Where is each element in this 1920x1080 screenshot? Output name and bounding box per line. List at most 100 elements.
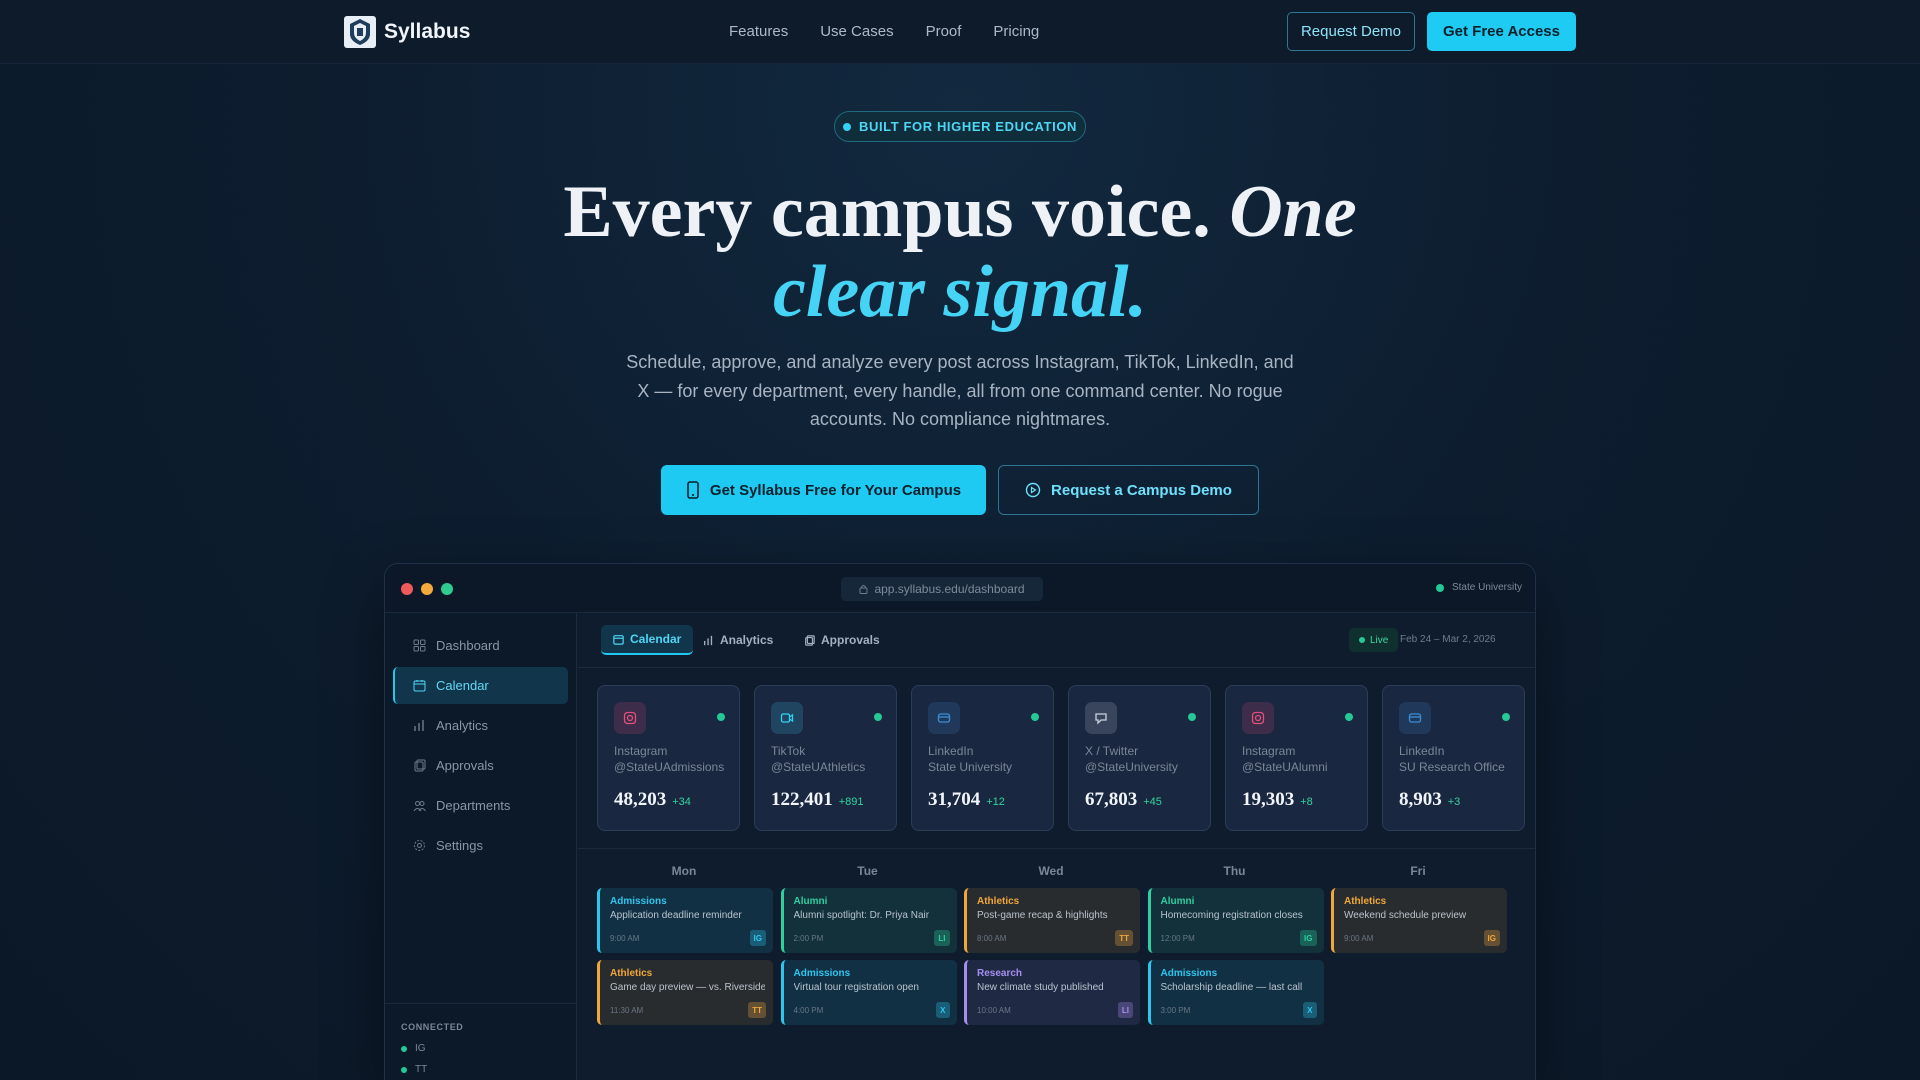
connected-item-ig: IG: [401, 1043, 426, 1054]
date-range: Feb 24 – Mar 2, 2026: [1400, 634, 1496, 645]
follower-count: 48,203: [614, 789, 667, 810]
account-card[interactable]: X / Twitter @StateUniversity 67,803 +45: [1068, 685, 1211, 831]
calendar-event[interactable]: Admissions Scholarship deadline — last ca…: [1147, 960, 1324, 1025]
calendar-event[interactable]: Athletics Game day preview — vs. Riversid…: [597, 960, 773, 1025]
org-status: State University: [1435, 582, 1522, 593]
account-card[interactable]: Instagram @StateUAlumni 19,303 +8: [1225, 685, 1368, 831]
brand-name: Syllabus: [384, 20, 471, 43]
cta-primary-label: Get Syllabus Free for Your Campus: [709, 481, 962, 499]
sidebar-item-dashboard[interactable]: Dashboard: [393, 627, 568, 664]
app-sidebar: Dashboard Calendar Analytics Approvals D…: [385, 613, 577, 1080]
day-header: Wed: [1038, 864, 1064, 878]
follower-count-row: 31,704 +12: [928, 789, 1005, 811]
calendar-divider: [578, 848, 1535, 849]
sidebar-item-settings[interactable]: Settings: [393, 827, 568, 864]
sidebar-item-analytics[interactable]: Analytics: [393, 707, 568, 744]
tab-label: Analytics: [720, 633, 774, 647]
event-platform-tag: X: [1303, 1002, 1317, 1018]
headline-accent: clear signal.: [772, 251, 1148, 333]
top-nav: Syllabus Features Use Cases Proof Pricin…: [0, 0, 1920, 64]
nav-link-features[interactable]: Features: [729, 23, 788, 40]
account-handle: @StateUAlumni: [1242, 760, 1328, 774]
window-titlebar: app.syllabus.edu/dashboard State Univers…: [385, 564, 1535, 613]
tab-label: Calendar: [630, 632, 682, 646]
event-description: Scholarship deadline — last call: [1160, 982, 1303, 993]
tiktok-icon: [771, 702, 803, 734]
follower-count: 19,303: [1242, 789, 1295, 810]
calendar-event[interactable]: Athletics Post-game recap & highlights 8:0…: [964, 888, 1140, 953]
follower-count-row: 48,203 +34: [614, 789, 691, 811]
account-card[interactable]: LinkedIn State University 31,704 +12: [911, 685, 1054, 831]
logo-mark-icon: [344, 16, 376, 48]
follower-count-row: 122,401 +891: [771, 789, 864, 811]
calendar-event[interactable]: Admissions Virtual tour registration open…: [780, 960, 957, 1025]
sidebar-item-departments[interactable]: Departments: [393, 787, 568, 824]
event-time: 2:00 PM: [793, 934, 824, 943]
calendar-icon: [413, 680, 426, 692]
close-dot-icon: [401, 583, 413, 595]
nav-link-proof[interactable]: Proof: [926, 23, 962, 40]
calendar-event[interactable]: Athletics Weekend schedule preview 9:00 AM…: [1331, 888, 1507, 953]
tab-analytics[interactable]: Analytics: [691, 625, 785, 655]
instagram-icon: [614, 702, 646, 734]
event-department: Admissions: [793, 968, 851, 979]
sidebar-item-calendar[interactable]: Calendar: [393, 667, 568, 704]
app-main: Calendar Analytics Approvals Live Feb 24…: [578, 613, 1535, 1080]
request-campus-demo-button[interactable]: Request a Campus Demo: [998, 465, 1259, 515]
request-demo-button[interactable]: Request Demo: [1287, 12, 1415, 51]
follower-delta: +891: [838, 796, 864, 808]
gear-icon: [414, 840, 425, 851]
event-description: Weekend schedule preview: [1344, 910, 1467, 921]
account-card[interactable]: Instagram @StateUAdmissions 48,203 +34: [597, 685, 740, 831]
nav-link-use-cases[interactable]: Use Cases: [820, 23, 893, 40]
phone-icon: [687, 481, 699, 499]
event-time: 3:00 PM: [1160, 1006, 1191, 1015]
tab-calendar[interactable]: Calendar: [601, 625, 694, 655]
sidebar-divider: [385, 1003, 577, 1004]
get-free-access-button[interactable]: Get Free Access: [1427, 12, 1576, 51]
status-dot-icon: [1188, 713, 1196, 721]
follower-count-row: 67,803 +45: [1085, 789, 1162, 811]
badge-text: BUILT FOR HIGHER EDUCATION: [858, 119, 1078, 134]
account-handle: SU Research Office: [1399, 760, 1505, 774]
grid-icon: [413, 639, 426, 652]
account-platform: X / Twitter: [1085, 744, 1139, 758]
day-header: Fri: [1410, 864, 1426, 878]
nav-link-pricing[interactable]: Pricing: [993, 23, 1039, 40]
brand-logo[interactable]: Syllabus: [344, 16, 470, 48]
calendar-event[interactable]: Alumni Alumni spotlight: Dr. Priya Nair 2:…: [780, 888, 957, 953]
users-icon: [413, 801, 426, 812]
calendar-icon: [613, 634, 624, 645]
account-handle: @StateUAthletics: [771, 760, 866, 774]
address-bar[interactable]: app.syllabus.edu/dashboard: [841, 577, 1043, 601]
x-icon: [1085, 702, 1117, 734]
event-platform-tag: X: [936, 1002, 950, 1018]
status-dot-icon: [1502, 713, 1510, 721]
linkedin-icon: [928, 702, 960, 734]
status-dot-icon: [717, 713, 725, 721]
follower-count: 8,903: [1399, 789, 1442, 810]
live-text: Live: [1370, 634, 1389, 646]
event-platform-tag: TT: [1115, 930, 1133, 946]
event-time: 9:00 AM: [610, 934, 640, 943]
account-platform: Instagram: [614, 744, 668, 758]
tab-approvals[interactable]: Approvals: [792, 625, 892, 655]
calendar-event[interactable]: Research New climate study published 10:00…: [964, 960, 1140, 1025]
calendar-event[interactable]: Alumni Homecoming registration closes 12:0…: [1147, 888, 1324, 953]
linkedin-icon: [1399, 702, 1431, 734]
instagram-icon: [1242, 702, 1274, 734]
event-platform-tag: IG: [1483, 930, 1500, 946]
live-dot-icon: [1359, 637, 1365, 643]
event-department: Athletics: [977, 896, 1020, 907]
event-platform-tag: IG: [749, 930, 766, 946]
lock-icon: [859, 585, 868, 594]
calendar-event[interactable]: Admissions Application deadline reminder 9…: [597, 888, 773, 953]
hero-headline: Every campus voice. One clear signal.: [0, 172, 1920, 332]
account-card[interactable]: TikTok @StateUAthletics 122,401 +891: [754, 685, 897, 831]
status-dot-icon: [874, 713, 882, 721]
sidebar-item-approvals[interactable]: Approvals: [393, 747, 568, 784]
sidebar-label: Departments: [436, 798, 511, 813]
account-card[interactable]: LinkedIn SU Research Office 8,903 +3: [1382, 685, 1525, 831]
get-syllabus-free-button[interactable]: Get Syllabus Free for Your Campus: [661, 465, 986, 515]
follower-delta: +3: [1447, 796, 1461, 808]
